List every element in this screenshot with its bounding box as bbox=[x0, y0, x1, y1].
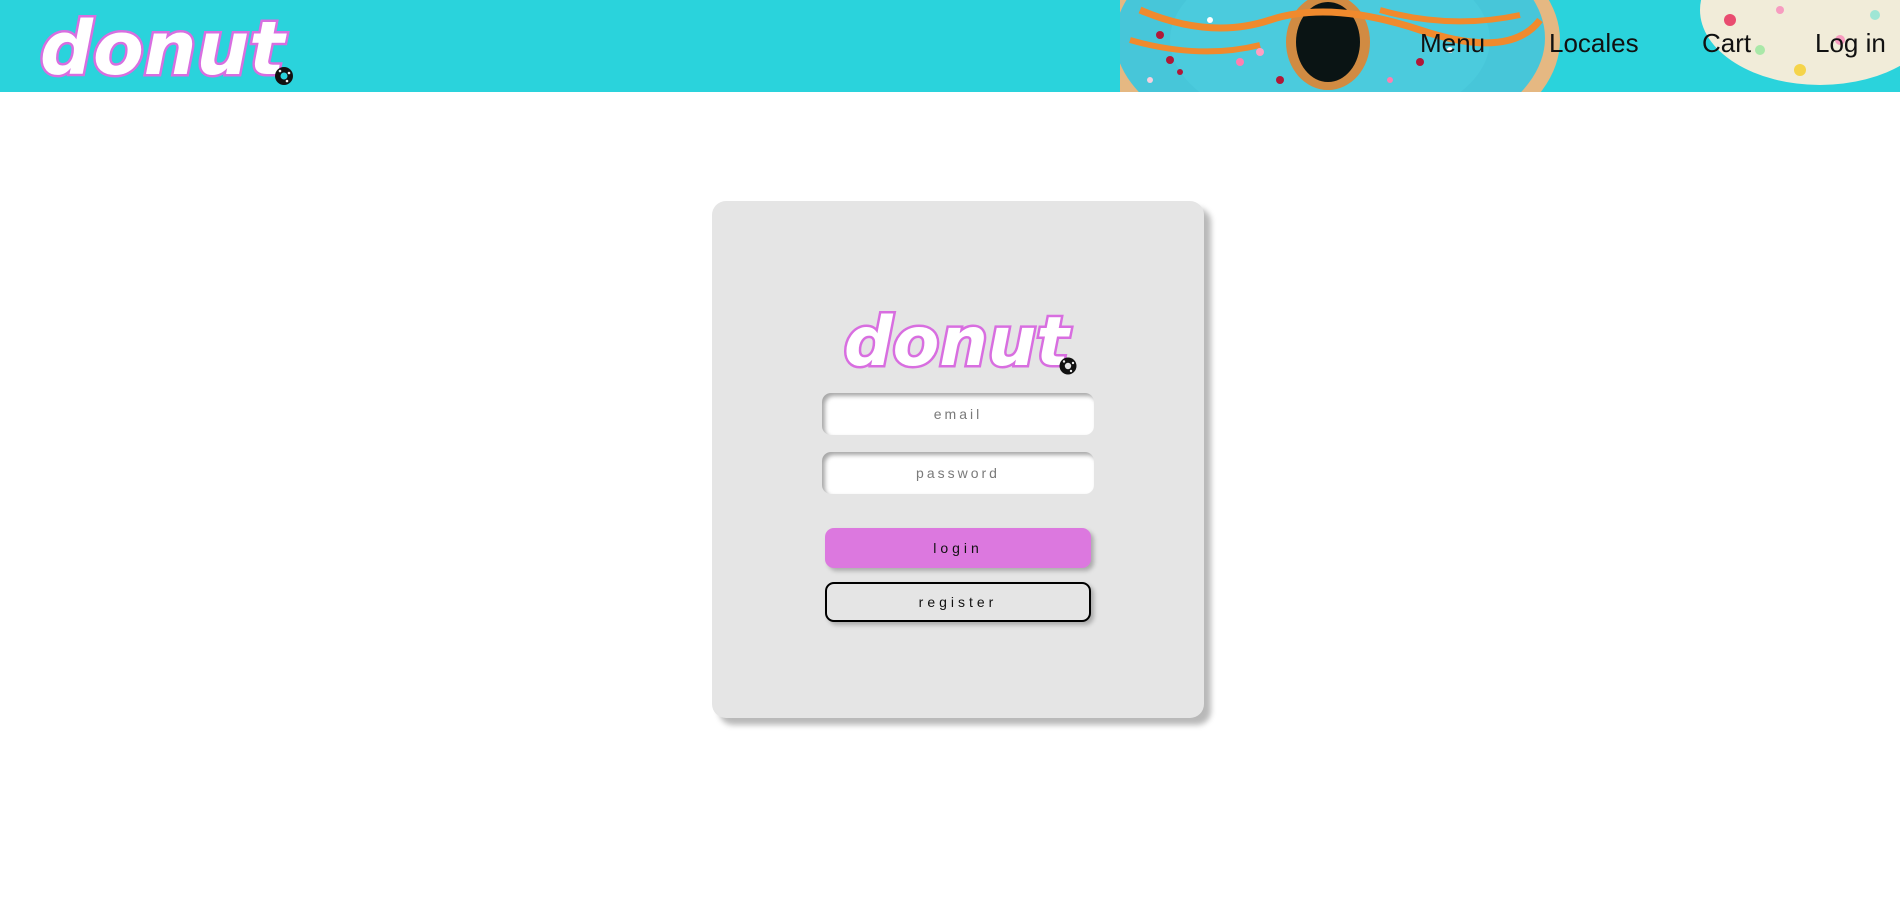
login-card: donut login register bbox=[712, 201, 1204, 718]
login-button[interactable]: login bbox=[825, 528, 1091, 568]
register-button[interactable]: register bbox=[825, 582, 1091, 622]
nav-cart-link[interactable]: Cart bbox=[1702, 28, 1751, 59]
nav-locales-link[interactable]: Locales bbox=[1549, 28, 1639, 59]
donut-logo: donut bbox=[842, 301, 1077, 381]
logo-text: donut bbox=[844, 303, 1071, 381]
nav-login-link[interactable]: Log in bbox=[1815, 28, 1886, 59]
email-input[interactable] bbox=[822, 393, 1094, 435]
donut-icon bbox=[1059, 357, 1077, 375]
nav-menu-link[interactable]: Menu bbox=[1420, 28, 1485, 59]
login-button-label: login bbox=[933, 540, 983, 556]
password-input[interactable] bbox=[822, 452, 1094, 494]
main-nav: Menu Locales Cart Log in bbox=[0, 0, 1900, 92]
register-button-label: register bbox=[918, 594, 998, 610]
header-bar: donut Menu Locales Cart Log in bbox=[0, 0, 1900, 92]
